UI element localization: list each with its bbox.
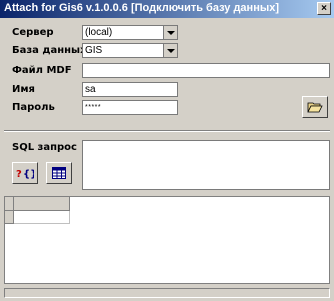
database-combo[interactable]: GIS — [82, 43, 178, 58]
close-button[interactable]: × — [317, 2, 331, 15]
sql-query-textarea[interactable] — [82, 140, 330, 190]
query-icon: ? {} — [16, 169, 34, 180]
server-dropdown-arrow-icon[interactable] — [163, 26, 177, 39]
server-label: Сервер — [12, 27, 54, 38]
mdf-label: Файл MDF — [12, 65, 72, 76]
grid-cell[interactable] — [14, 211, 70, 224]
database-dropdown-arrow-icon[interactable] — [163, 44, 177, 57]
server-combo[interactable]: (local) — [82, 25, 178, 40]
run-query-button[interactable]: ? {} — [12, 162, 38, 184]
database-label: База данных — [12, 45, 87, 56]
browse-button[interactable] — [302, 96, 328, 118]
sql-label: SQL запрос — [12, 142, 77, 153]
title-bar[interactable]: Attach for Gis6 v.1.0.0.6 [Подключить ба… — [0, 0, 334, 18]
database-value: GIS — [85, 45, 103, 56]
separator — [4, 130, 330, 132]
server-value: (local) — [85, 27, 113, 38]
grid-corner-cell — [5, 197, 14, 211]
password-field[interactable]: ***** — [82, 100, 178, 115]
results-grid[interactable] — [4, 196, 330, 284]
folder-open-icon — [307, 102, 323, 113]
password-label: Пароль — [12, 102, 55, 113]
grid-row-header[interactable] — [5, 211, 14, 224]
grid-column-header[interactable] — [14, 197, 70, 211]
svg-text:?: ? — [16, 169, 22, 180]
main-window: Attach for Gis6 v.1.0.0.6 [Подключить ба… — [0, 0, 334, 301]
username-field[interactable]: sa — [82, 82, 178, 97]
show-table-button[interactable] — [46, 162, 72, 184]
svg-text:{}: {} — [23, 169, 34, 180]
status-bar — [4, 288, 330, 298]
username-label: Имя — [12, 84, 35, 95]
window-title: Attach for Gis6 v.1.0.0.6 [Подключить ба… — [4, 2, 280, 14]
table-icon — [52, 167, 66, 179]
mdf-file-field[interactable] — [82, 63, 330, 78]
